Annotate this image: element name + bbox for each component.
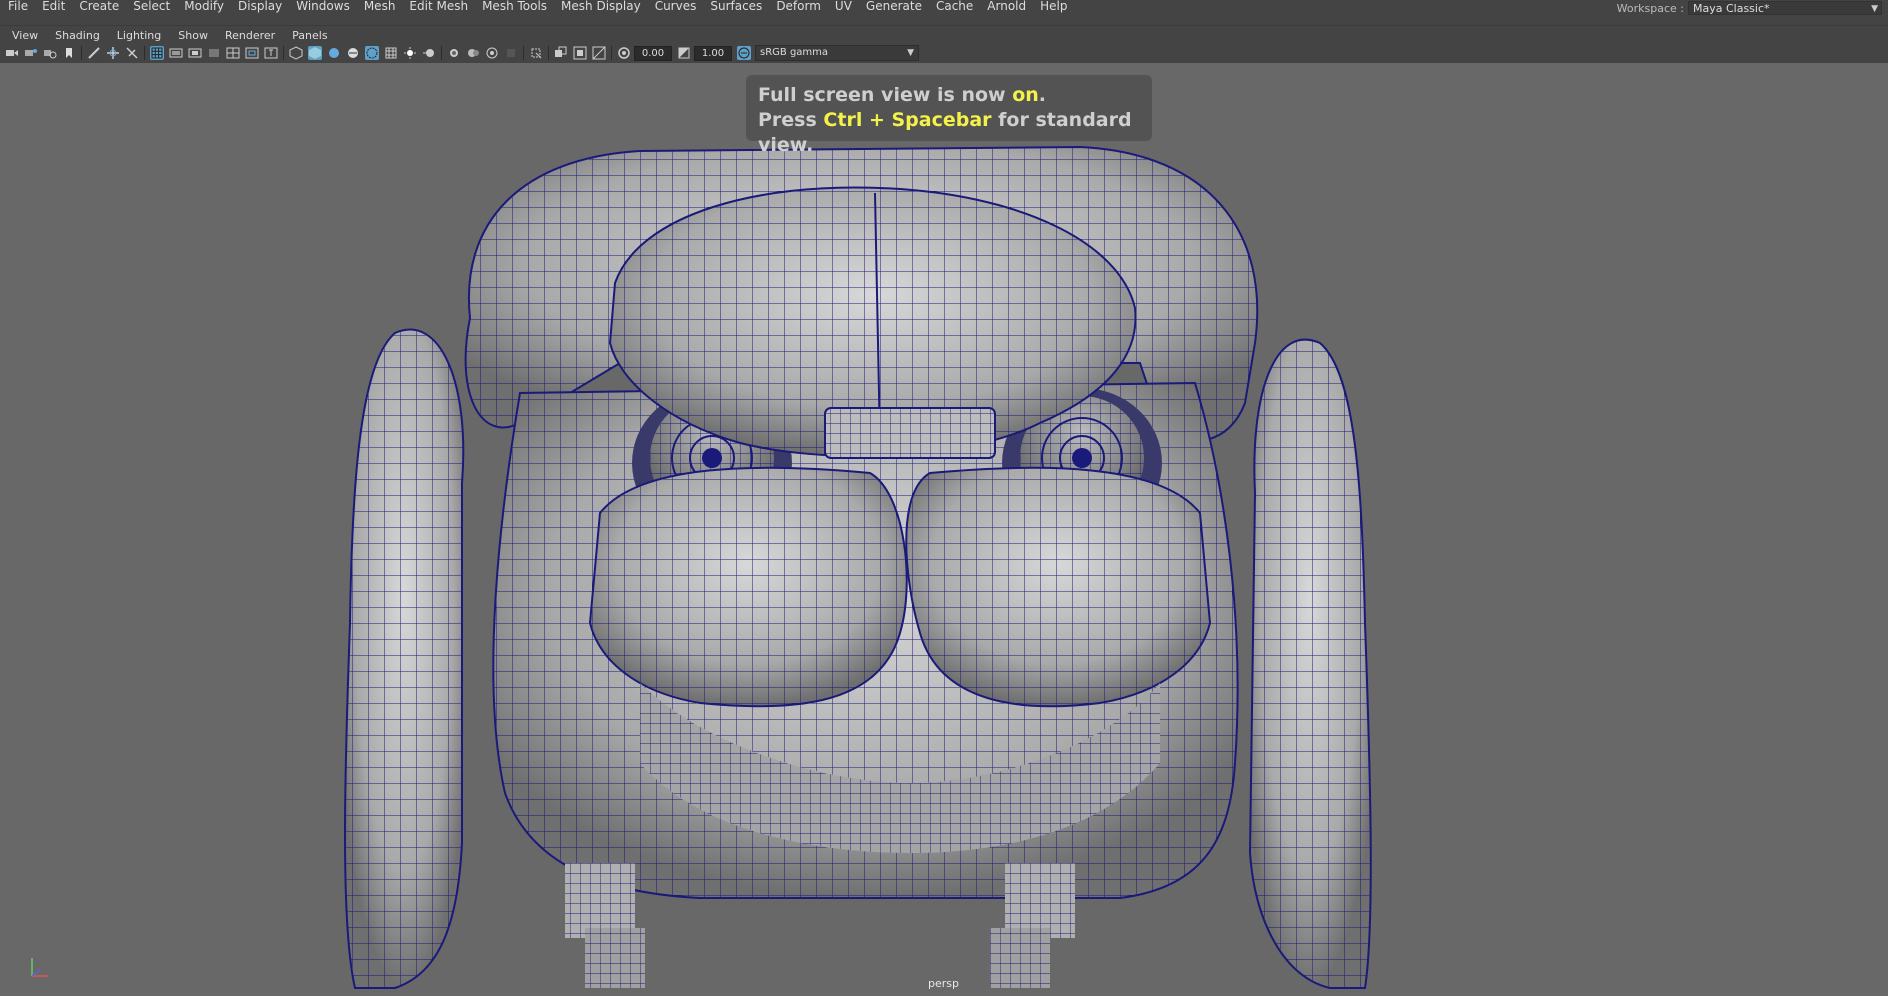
grid-icon[interactable]	[125, 46, 139, 60]
menu-surfaces[interactable]: Surfaces	[710, 0, 762, 16]
wireframe-icon[interactable]	[264, 46, 278, 60]
shadows-icon[interactable]	[384, 46, 398, 60]
hud-line-2: Press Ctrl + Spacebar for standard view.	[758, 108, 1152, 158]
exposure-icon[interactable]	[617, 46, 631, 60]
bookmark-icon[interactable]	[43, 46, 57, 60]
nose-bridge	[824, 407, 996, 459]
hud-highlight: Ctrl + Spacebar	[823, 109, 992, 131]
toolbar-divider	[441, 46, 442, 60]
workspace-value: Maya Classic*	[1693, 2, 1770, 15]
film-gate-icon[interactable]	[150, 46, 164, 60]
panel-menu-shading[interactable]: Shading	[55, 29, 100, 42]
panel-menu-bar: View Shading Lighting Show Renderer Panels	[0, 25, 1888, 44]
resolution-gate-icon[interactable]	[169, 46, 183, 60]
menu-mesh[interactable]: Mesh	[364, 0, 396, 16]
wireframe-on-shaded-icon[interactable]	[327, 46, 341, 60]
menu-help[interactable]: Help	[1040, 0, 1067, 16]
gamma-field[interactable]: 1.00	[694, 45, 732, 61]
menu-create[interactable]: Create	[79, 0, 119, 16]
hud-highlight: on	[1012, 84, 1039, 106]
hud-line-1: Full screen view is now on.	[758, 83, 1152, 108]
ssao-toggle-icon[interactable]	[592, 46, 606, 60]
axis-gizmo-icon	[31, 958, 48, 977]
depth-of-field-icon[interactable]	[466, 46, 480, 60]
toolbar-divider	[548, 46, 549, 60]
panel-menu-view[interactable]: View	[12, 29, 38, 42]
hud-icon[interactable]	[573, 46, 587, 60]
panel-menu-lighting[interactable]: Lighting	[117, 29, 161, 42]
left-ear	[344, 328, 465, 989]
grease-pencil-icon[interactable]	[87, 46, 101, 60]
toolbar-divider	[523, 46, 524, 60]
menu-mesh-display[interactable]: Mesh Display	[561, 0, 641, 16]
chevron-down-icon: ▼	[1871, 4, 1878, 14]
menu-arnold[interactable]: Arnold	[987, 0, 1026, 16]
menu-deform[interactable]: Deform	[776, 0, 821, 16]
safe-title-icon[interactable]	[245, 46, 259, 60]
exposure-field[interactable]: 0.00	[634, 45, 672, 61]
xray-active-icon[interactable]	[529, 46, 543, 60]
view-transform-dropdown[interactable]: sRGB gamma ▼	[755, 45, 919, 61]
smooth-shade-icon[interactable]	[289, 46, 303, 60]
2d-pan-zoom-icon[interactable]	[106, 46, 120, 60]
left-cheek	[588, 466, 908, 708]
gate-mask-icon[interactable]	[188, 46, 202, 60]
lighting-icon[interactable]	[365, 46, 379, 60]
fullscreen-hud-message: Full screen view is now on. Press Ctrl +…	[746, 75, 1152, 156]
hud-text: .	[1038, 84, 1047, 106]
workspace-dropdown[interactable]: Maya Classic* ▼	[1688, 1, 1882, 15]
menu-edit-mesh[interactable]: Edit Mesh	[409, 0, 468, 16]
workspace-selector: Workspace : Maya Classic* ▼	[1617, 0, 1882, 16]
field-chart-icon[interactable]	[207, 46, 221, 60]
maya-window: File Edit Create Select Modify Display Windows…	[0, 0, 1888, 996]
menu-windows[interactable]: Windows	[296, 0, 350, 16]
use-default-material-icon[interactable]	[308, 46, 322, 60]
panel-menu-renderer[interactable]: Renderer	[225, 29, 275, 42]
xray-icon[interactable]	[346, 46, 360, 60]
panel-toolbar: 0.00 1.00 sRGB gamma ▼	[0, 44, 1888, 62]
menu-display[interactable]: Display	[238, 0, 282, 16]
right-cheek	[905, 466, 1212, 708]
camera-attributes-icon[interactable]	[24, 46, 38, 60]
chevron-down-icon: ▼	[907, 48, 914, 58]
toolbar-divider	[283, 46, 284, 60]
3d-scene[interactable]	[0, 63, 1888, 996]
menu-modify[interactable]: Modify	[184, 0, 224, 16]
safe-action-icon[interactable]	[226, 46, 240, 60]
screen-space-ao-icon[interactable]	[403, 46, 417, 60]
camera-name-label: persp	[928, 977, 959, 990]
menu-curves[interactable]: Curves	[655, 0, 697, 16]
menu-items: File Edit Create Select Modify Display Windows…	[0, 0, 1072, 16]
select-camera-icon[interactable]	[5, 46, 19, 60]
menu-select[interactable]: Select	[133, 0, 170, 16]
anti-aliasing-icon[interactable]	[447, 46, 461, 60]
workspace-label: Workspace :	[1616, 1, 1684, 15]
gamma-icon[interactable]	[677, 46, 691, 60]
hud-text: Press	[758, 109, 824, 131]
perspective-viewport[interactable]: Full screen view is now on. Press Ctrl +…	[0, 63, 1888, 996]
menu-cache[interactable]: Cache	[936, 0, 973, 16]
color-management-icon[interactable]	[737, 46, 751, 60]
panel-menu-panels[interactable]: Panels	[292, 29, 327, 42]
toolbar-divider	[144, 46, 145, 60]
toolbar-divider	[611, 46, 612, 60]
xray-joints-icon[interactable]	[504, 46, 518, 60]
panel-menu-show[interactable]: Show	[178, 29, 208, 42]
hud-text: Full screen view is now	[758, 84, 1013, 106]
view-transform-value: sRGB gamma	[760, 47, 829, 58]
right-ear	[1248, 338, 1372, 989]
motion-blur-icon[interactable]	[422, 46, 436, 60]
menu-uv[interactable]: UV	[835, 0, 852, 16]
toolbar-divider	[81, 46, 82, 60]
main-menu-bar: File Edit Create Select Modify Display Windows…	[0, 0, 1888, 16]
backface-culling-icon[interactable]	[554, 46, 568, 60]
menu-file[interactable]: File	[8, 0, 28, 16]
menu-edit[interactable]: Edit	[42, 0, 65, 16]
image-plane-icon[interactable]	[62, 46, 76, 60]
menu-mesh-tools[interactable]: Mesh Tools	[482, 0, 547, 16]
menu-generate[interactable]: Generate	[866, 0, 922, 16]
isolate-select-icon[interactable]	[485, 46, 499, 60]
